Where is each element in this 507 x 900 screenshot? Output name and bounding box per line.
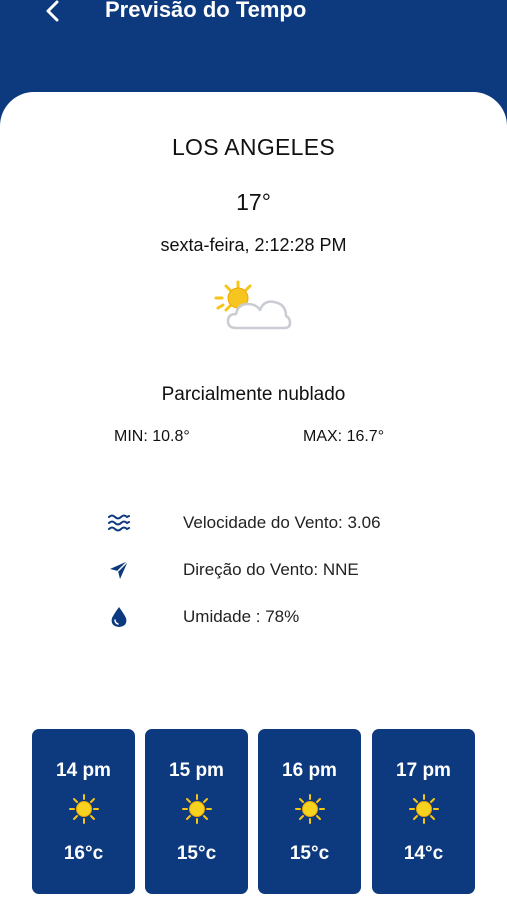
forecast-hour: 14 pm	[56, 760, 111, 781]
app-header: Previsão do Tempo	[0, 0, 507, 100]
back-button[interactable]	[38, 0, 68, 26]
navigation-arrow-icon	[110, 560, 129, 579]
max-temperature: MAX: 16.7°	[303, 428, 385, 445]
current-datetime: sexta-feira, 2:12:28 PM	[160, 235, 347, 255]
forecast-temperature: 15°c	[289, 843, 330, 864]
forecast-card[interactable]: 14 pm 16°c	[32, 729, 135, 894]
sun-icon	[69, 794, 99, 824]
wind-speed-row: Velocidade do Vento: 3.06	[105, 510, 381, 536]
sun-icon	[295, 794, 325, 824]
sun-icon	[409, 794, 439, 824]
forecast-card[interactable]: 15 pm 15°c	[145, 729, 248, 894]
wind-direction-row: Direção do Vento: NNE	[105, 557, 359, 583]
forecast-temperature: 14°c	[403, 843, 444, 864]
min-temperature: MIN: 10.8°	[114, 428, 190, 445]
sun-icon	[182, 794, 212, 824]
waves-icon	[108, 514, 130, 532]
current-temperature: 17°	[236, 189, 271, 215]
city-name: LOS ANGELES	[171, 134, 336, 160]
forecast-hour: 17 pm	[396, 760, 451, 781]
chevron-left-icon	[46, 0, 59, 22]
wind-direction-label: Direção do Vento: NNE	[183, 560, 359, 579]
humidity-row: Umidade : 78%	[105, 604, 299, 630]
partly-cloudy-icon	[214, 280, 292, 330]
water-drop-icon	[111, 607, 127, 627]
forecast-card[interactable]: 16 pm 15°c	[258, 729, 361, 894]
humidity-label: Umidade : 78%	[183, 607, 300, 626]
forecast-hour: 15 pm	[169, 760, 224, 781]
forecast-hour: 16 pm	[282, 760, 337, 781]
weather-condition: Parcialmente nublado	[161, 384, 346, 405]
forecast-card[interactable]: 17 pm 14°c	[372, 729, 475, 894]
forecast-temperature: 16°c	[63, 843, 104, 864]
forecast-temperature: 15°c	[176, 843, 217, 864]
page-title: Previsão do Tempo	[105, 0, 307, 22]
wind-speed-label: Velocidade do Vento: 3.06	[183, 513, 381, 532]
